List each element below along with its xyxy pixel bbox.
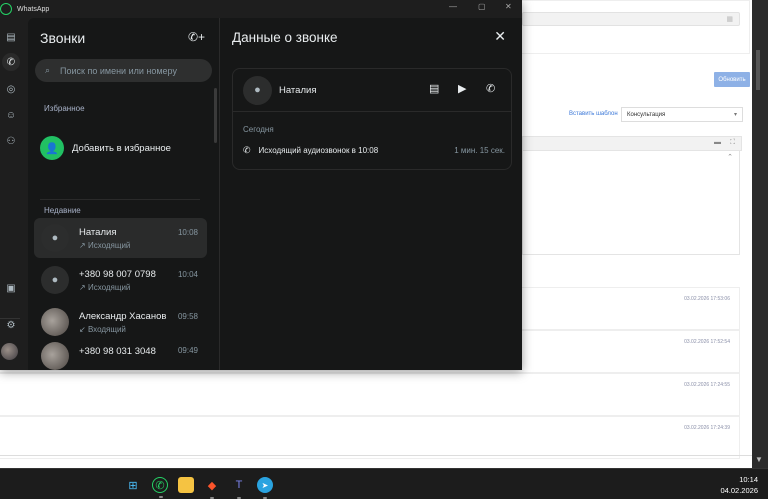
template-select[interactable]: Консультация ▾ bbox=[621, 107, 743, 122]
date-field[interactable]: ▦ bbox=[522, 12, 740, 26]
avatar: ● bbox=[41, 224, 69, 252]
outgoing-call-icon: ↗ bbox=[79, 282, 88, 292]
title-bar: WhatsApp — ▢ ✕ bbox=[0, 0, 522, 18]
contact-header: ● Наталия ▤ ▶ ✆ bbox=[233, 69, 511, 112]
call-list-item[interactable]: Александр Хасанов ↙ Входящий 09:58 bbox=[34, 302, 207, 342]
media-icon[interactable]: ▣ bbox=[2, 279, 20, 297]
close-icon[interactable]: ✕ bbox=[494, 28, 506, 45]
add-contact-icon: 👤 bbox=[40, 136, 64, 160]
clock-time: 10:14 bbox=[739, 475, 758, 484]
calls-panel: Звонки ✆+ ⌕ Поиск по имени или номеру Изб… bbox=[28, 18, 219, 370]
day-label: Сегодня bbox=[243, 125, 274, 134]
add-favorite-label: Добавить в избранное bbox=[72, 142, 171, 154]
incoming-call-icon: ↙ bbox=[79, 324, 88, 334]
system-clock[interactable]: 10:14 04.02.2026 bbox=[720, 474, 758, 496]
call-time: 09:49 bbox=[177, 346, 198, 355]
template-value: Консультация bbox=[627, 112, 666, 118]
profile-avatar[interactable] bbox=[1, 343, 18, 360]
communities-icon[interactable]: ⚇ bbox=[2, 132, 20, 150]
calls-icon[interactable]: ✆ bbox=[2, 53, 20, 71]
update-button[interactable]: Обновить bbox=[714, 72, 750, 87]
call-description: Исходящий аудиозвонок в 10:08 bbox=[258, 146, 379, 155]
video-call-icon[interactable]: ▶ bbox=[458, 82, 466, 95]
nav-rail: ▤ ✆ ◎ ☺ ⚇ ▣ ⚙ bbox=[0, 18, 28, 370]
outgoing-call-icon: ↗ bbox=[79, 240, 88, 250]
scroll-down-icon[interactable]: ▼ bbox=[755, 455, 763, 464]
search-input[interactable]: ⌕ Поиск по имени или номеру bbox=[35, 59, 212, 82]
message-timestamp: 03.02.2026 17:53:06 bbox=[684, 296, 730, 302]
call-time: 10:08 bbox=[177, 228, 198, 237]
contact-name: Наталия bbox=[279, 84, 317, 96]
whatsapp-logo-icon bbox=[0, 3, 12, 15]
call-details-panel: Данные о звонке ✕ ● Наталия ▤ ▶ ✆ Сегодн… bbox=[219, 18, 522, 370]
message-icon[interactable]: ▤ bbox=[429, 82, 439, 95]
fullscreen-icon[interactable]: ⛶ bbox=[730, 139, 735, 147]
avatar bbox=[41, 308, 69, 336]
teams-icon[interactable]: T bbox=[231, 477, 247, 499]
scrollbar-thumb[interactable] bbox=[756, 50, 760, 90]
chats-icon[interactable]: ▤ bbox=[2, 28, 20, 46]
add-favorite-button[interactable]: 👤 Добавить в избранное bbox=[40, 136, 171, 160]
call-type: Исходящий bbox=[87, 240, 131, 250]
clock-date: 04.02.2026 bbox=[720, 486, 758, 495]
chevron-up-icon[interactable]: ⌃ bbox=[727, 153, 733, 161]
calendar-icon: ▦ bbox=[726, 16, 733, 23]
outgoing-call-icon: ✆ bbox=[243, 145, 251, 155]
recent-header: Недавние bbox=[44, 206, 81, 215]
divider bbox=[0, 455, 752, 456]
call-entry: ✆ Исходящий аудиозвонок в 10:08 1 мин. 15 … bbox=[243, 145, 505, 156]
status-icon[interactable]: ◎ bbox=[2, 80, 20, 98]
brave-browser-icon[interactable]: ◆ bbox=[204, 477, 220, 499]
maximize-icon[interactable]: ▢ bbox=[478, 2, 486, 11]
insert-template-link[interactable]: Вставить шаблон bbox=[569, 111, 618, 117]
call-list-item[interactable]: ● Наталия ↗ Исходящий 10:08 bbox=[34, 218, 207, 258]
file-explorer-icon[interactable] bbox=[178, 477, 194, 493]
details-title: Данные о звонке bbox=[232, 30, 338, 45]
keyboard-icon[interactable]: ▬ bbox=[714, 139, 721, 146]
chevron-down-icon: ▾ bbox=[733, 112, 737, 118]
list-scrollbar[interactable] bbox=[214, 88, 217, 143]
close-window-icon[interactable]: ✕ bbox=[505, 2, 512, 11]
channels-icon[interactable]: ☺ bbox=[2, 106, 20, 124]
call-list-item[interactable]: +380 98 031 3048 09:49 bbox=[34, 338, 207, 370]
calls-title: Звонки bbox=[40, 30, 86, 46]
message-timestamp: 03.02.2026 17:52:54 bbox=[684, 339, 730, 345]
call-type: Исходящий bbox=[87, 282, 131, 292]
windows-start-icon[interactable]: ⊞ bbox=[125, 477, 141, 493]
window-title: WhatsApp bbox=[17, 5, 50, 13]
whatsapp-window: WhatsApp — ▢ ✕ ▤ ✆ ◎ ☺ ⚇ ▣ ⚙ Звонки ✆+ ⌕… bbox=[0, 0, 522, 370]
avatar: ● bbox=[41, 266, 69, 294]
message-row: 03.02.2026 17:24:55 bbox=[0, 373, 740, 416]
telegram-icon[interactable]: ➤ bbox=[257, 477, 273, 499]
voice-call-icon[interactable]: ✆ bbox=[486, 82, 495, 95]
message-timestamp: 03.02.2026 17:24:55 bbox=[684, 382, 730, 388]
call-list-item[interactable]: ● +380 98 007 0798 ↗ Исходящий 10:04 bbox=[34, 260, 207, 300]
settings-icon[interactable]: ⚙ bbox=[2, 316, 20, 334]
avatar bbox=[41, 342, 69, 370]
call-time: 09:58 bbox=[177, 312, 198, 321]
editor-toolbar: ▬ ⛶ bbox=[522, 136, 742, 151]
call-details-card: ● Наталия ▤ ▶ ✆ Сегодня ✆ Исходящий аудио… bbox=[232, 68, 512, 170]
page-scrollbar[interactable]: ▼ bbox=[752, 0, 768, 468]
search-icon: ⌕ bbox=[45, 65, 51, 75]
message-timestamp: 03.02.2026 17:24:39 bbox=[684, 425, 730, 431]
new-call-icon[interactable]: ✆+ bbox=[188, 30, 205, 44]
call-time: 10:04 bbox=[177, 270, 198, 279]
message-row: 03.02.2026 17:24:39 bbox=[0, 416, 740, 459]
call-type: Входящий bbox=[87, 324, 126, 334]
whatsapp-taskbar-icon[interactable]: ✆ bbox=[152, 477, 168, 498]
favorites-header: Избранное bbox=[44, 104, 85, 113]
taskbar: ⊞ ✆ ◆ T ➤ 10:14 04.02.2026 bbox=[0, 468, 768, 499]
search-placeholder: Поиск по имени или номеру bbox=[60, 65, 177, 76]
divider bbox=[40, 199, 200, 200]
avatar: ● bbox=[243, 75, 272, 105]
call-duration: 1 мин. 15 сек. bbox=[454, 146, 505, 155]
minimize-icon[interactable]: — bbox=[449, 2, 457, 11]
form-card: ▦ bbox=[522, 0, 750, 54]
editor-area[interactable]: ⌃ bbox=[522, 151, 740, 255]
